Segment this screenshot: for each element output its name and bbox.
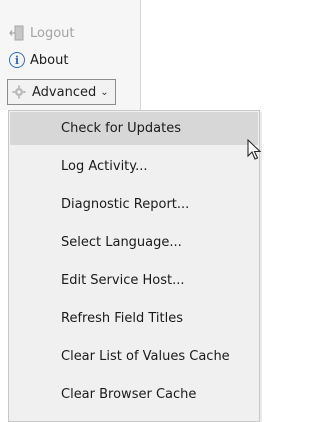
menu-item-edit-service-host[interactable]: Edit Service Host... [10,264,258,297]
menu-item-diagnostic-report[interactable]: Diagnostic Report... [10,188,258,221]
menu-item-label: Select Language... [61,235,182,250]
menu-item-clear-browser-cache[interactable]: Clear Browser Cache [10,378,258,411]
menu-item-clear-list-of-values-cache[interactable]: Clear List of Values Cache [10,340,258,373]
logout-button[interactable]: Logout [8,23,75,43]
logout-label: Logout [30,25,75,41]
menu-item-log-activity[interactable]: Log Activity... [10,150,258,183]
menu-item-label: Edit Service Host... [61,273,185,288]
info-icon: i [8,51,26,69]
mouse-cursor-icon [247,139,262,160]
menu-item-refresh-field-titles[interactable]: Refresh Field Titles [10,302,258,335]
menu-item-label: Diagnostic Report... [61,197,190,212]
about-button[interactable]: i About [8,50,68,70]
advanced-label: Advanced [32,84,97,100]
menu-item-label: Log Activity... [61,159,148,174]
menu-item-label: Check for Updates [61,121,181,136]
logout-icon [8,24,26,42]
menu-item-check-for-updates[interactable]: Check for Updates [10,112,258,145]
advanced-menu: Check for Updates Log Activity... Diagno… [8,110,260,422]
menu-item-label: Clear List of Values Cache [61,349,230,364]
about-label: About [30,52,69,68]
app-window: Logout i About Advanced ⌄ Check for Upda… [0,0,263,422]
menu-item-select-language[interactable]: Select Language... [10,226,258,259]
ribbon-panel: Logout i About Advanced ⌄ [0,0,141,110]
chevron-down-icon: ⌄ [100,86,109,98]
menu-item-label: Refresh Field Titles [61,311,183,326]
menu-item-label: Clear Browser Cache [61,387,197,402]
advanced-dropdown-button[interactable]: Advanced ⌄ [7,79,116,105]
gear-icon [10,83,28,101]
